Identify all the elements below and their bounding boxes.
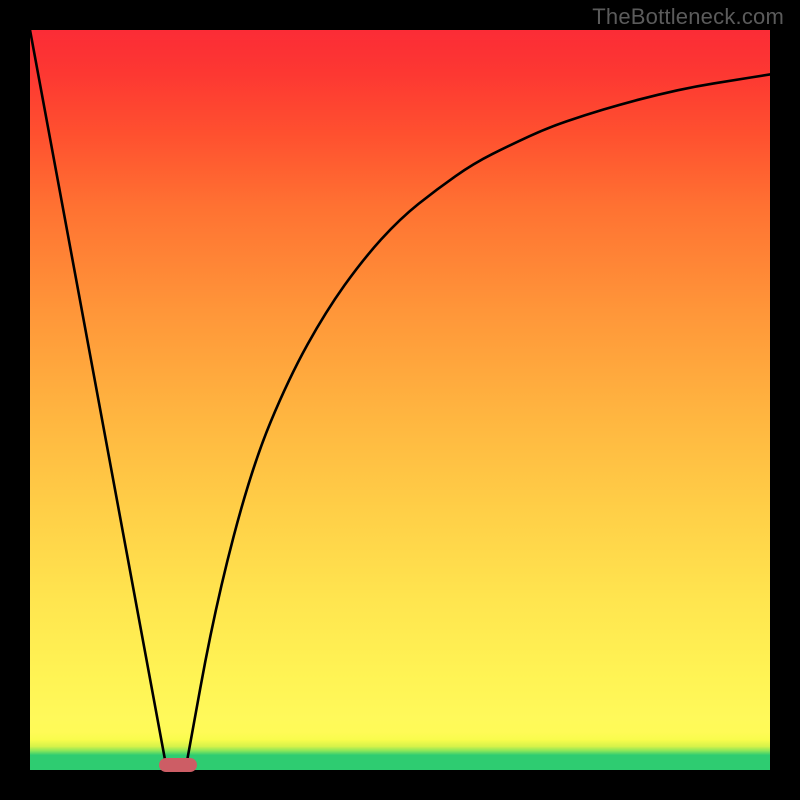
curve-layer: [30, 30, 770, 770]
watermark-text: TheBottleneck.com: [592, 4, 784, 30]
plot-area: [30, 30, 770, 770]
right-curve-path: [185, 74, 770, 770]
left-line-path: [30, 30, 167, 770]
vertex-marker: [159, 758, 197, 772]
chart-frame: TheBottleneck.com: [0, 0, 800, 800]
